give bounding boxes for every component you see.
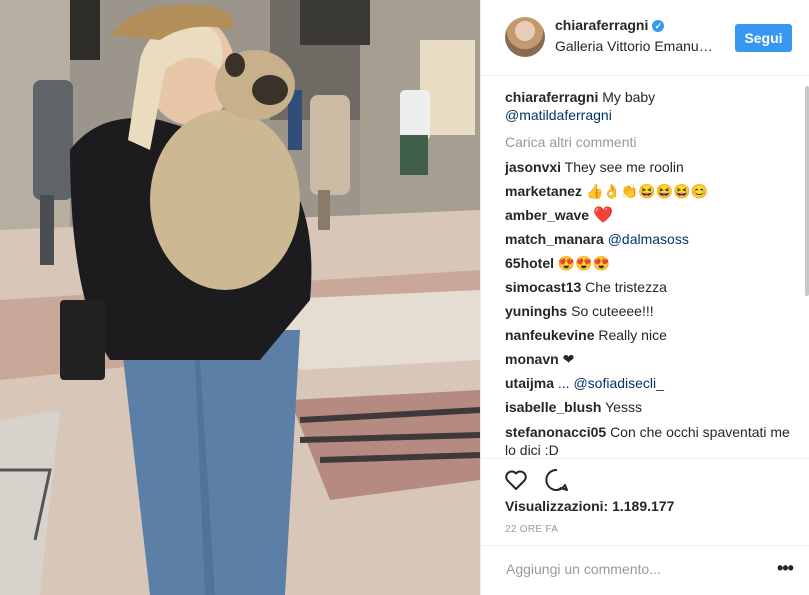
comment-item: 65hotel 😍😍😍 (505, 251, 795, 275)
comment-icon[interactable] (544, 467, 570, 493)
comment-item: match_manara @dalmasoss (505, 227, 795, 251)
heart-icon[interactable] (503, 467, 529, 493)
comment-mention[interactable]: ... @sofiadisecli_ (558, 375, 664, 391)
comment-username[interactable]: monavn (505, 351, 559, 367)
comment-username[interactable]: isabelle_blush (505, 399, 601, 415)
comment-text: 👍👌👏😆😆😆😊 (585, 183, 708, 199)
post-header: chiaraferragni ✓ Galleria Vittorio Emanue… (481, 0, 809, 76)
action-bar (481, 458, 809, 491)
post-photo[interactable] (0, 0, 480, 595)
comment-text: They see me roolin (564, 159, 684, 175)
comment-item: monavn ❤ (505, 347, 795, 371)
comment-text: 😍😍😍 (557, 255, 611, 271)
instagram-post-view: chiaraferragni ✓ Galleria Vittorio Emanue… (0, 0, 809, 595)
comment-username[interactable]: amber_wave (505, 207, 589, 223)
add-comment-bar: ••• (481, 545, 809, 595)
photo-illustration (0, 0, 480, 595)
comment-item: yuninghs So cuteeee!!! (505, 299, 795, 323)
avatar[interactable] (505, 17, 545, 57)
more-options-icon[interactable]: ••• (777, 558, 794, 579)
comment-username[interactable]: stefanonacci05 (505, 424, 606, 440)
comment-username[interactable]: marketanez (505, 183, 582, 199)
load-more-comments-link[interactable]: Carica altri commenti (505, 130, 795, 154)
comments-scrollbar[interactable] (805, 86, 809, 296)
comment-username[interactable]: utaijma (505, 375, 554, 391)
comment-text: Yesss (605, 399, 642, 415)
follow-button[interactable]: Segui (735, 24, 792, 52)
comment-username[interactable]: jasonvxi (505, 159, 561, 175)
comment-item: utaijma ... @sofiadisecli_ (505, 371, 795, 395)
comment-text: ❤️ (592, 207, 613, 224)
comment-item: amber_wave ❤️ (505, 203, 795, 227)
comment-username[interactable]: yuninghs (505, 303, 567, 319)
comment-text: Che tristezza (585, 279, 667, 295)
comment-username[interactable]: simocast13 (505, 279, 581, 295)
comment-mention[interactable]: @dalmasoss (608, 231, 689, 247)
comment-item: isabelle_blush Yesss (505, 395, 795, 419)
post-timestamp[interactable]: 22 ORE FA (505, 524, 558, 535)
comment-username[interactable]: 65hotel (505, 255, 554, 271)
comment-text: So cuteeee!!! (571, 303, 654, 319)
comment-input[interactable] (504, 560, 748, 578)
comment-text: ❤ (562, 351, 575, 367)
post-details-panel: chiaraferragni ✓ Galleria Vittorio Emanue… (480, 0, 809, 595)
comment-item: simocast13 Che tristezza (505, 275, 795, 299)
username-text[interactable]: chiaraferragni (555, 17, 648, 33)
comments-list[interactable]: chiaraferragni My baby @matildaferragni … (505, 86, 795, 455)
caption-username[interactable]: chiaraferragni (505, 89, 598, 105)
caption-mention[interactable]: @matildaferragni (505, 107, 612, 123)
post-caption: chiaraferragni My baby @matildaferragni (505, 88, 795, 124)
comment-username[interactable]: nanfeukevine (505, 327, 594, 343)
location-link[interactable]: Galleria Vittorio Emanuele II (555, 38, 715, 54)
username-link[interactable]: chiaraferragni ✓ (555, 17, 665, 33)
caption-text: My baby (602, 89, 656, 105)
comment-item: stefanonacci05 Con che occhi spaventati … (505, 423, 795, 455)
comment-item: jasonvxi They see me roolin (505, 155, 795, 179)
comment-item: nanfeukevine Really nice (505, 323, 795, 347)
comment-text: Really nice (598, 327, 667, 343)
comment-item: marketanez 👍👌👏😆😆😆😊 (505, 179, 795, 203)
comment-username[interactable]: match_manara (505, 231, 604, 247)
verified-badge-icon: ✓ (652, 20, 665, 32)
views-count[interactable]: Visualizzazioni: 1.189.177 (505, 498, 674, 514)
